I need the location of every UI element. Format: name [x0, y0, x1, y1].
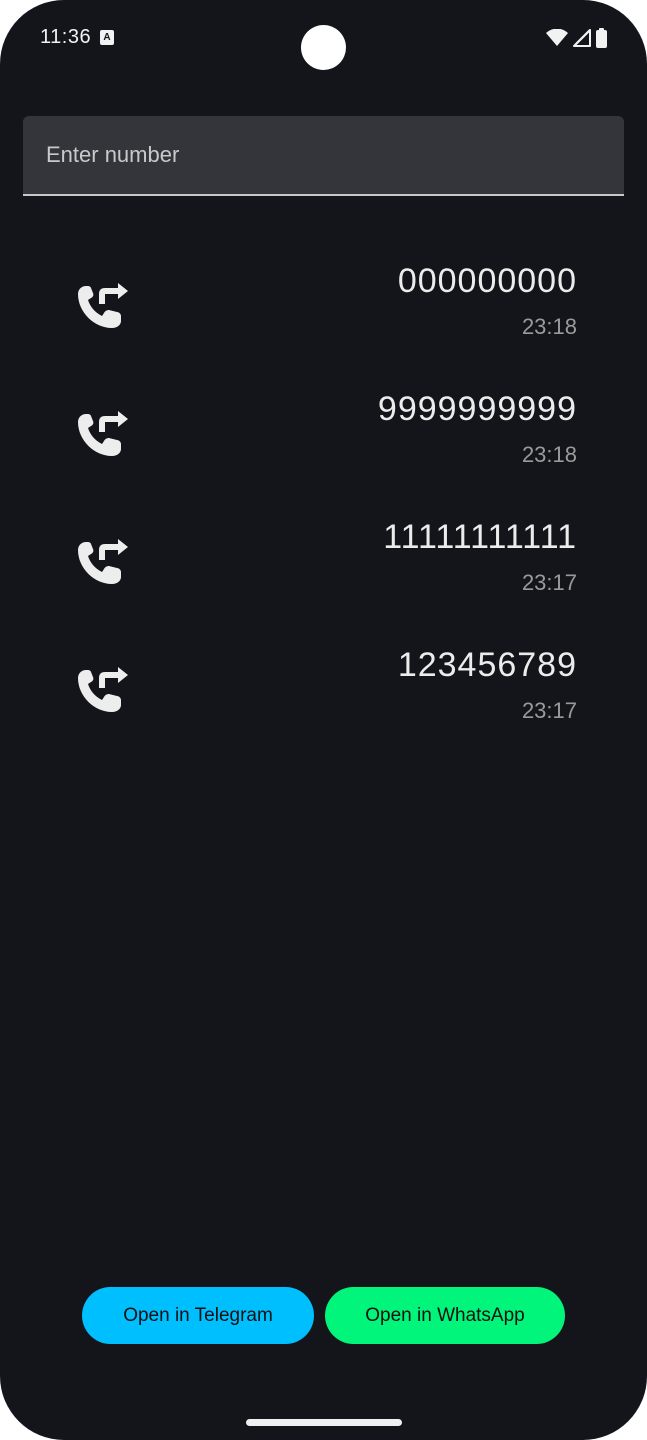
app-screen: 11:36 A 000000000 23:18	[0, 0, 647, 1440]
outgoing-call-icon	[78, 283, 128, 328]
call-history-list: 000000000 23:18 9999999999 23:18 1111111…	[0, 236, 647, 748]
status-time: 11:36	[40, 26, 92, 48]
open-whatsapp-button[interactable]: Open in WhatsApp	[325, 1287, 565, 1344]
outgoing-call-icon	[78, 411, 128, 456]
wifi-icon	[546, 29, 568, 46]
call-number: 123456789	[397, 646, 577, 684]
call-number: 000000000	[397, 262, 577, 300]
call-item[interactable]: 11111111111 23:17	[0, 492, 647, 620]
battery-icon	[596, 28, 607, 48]
call-time: 23:18	[521, 314, 577, 339]
call-time: 23:17	[521, 698, 577, 723]
signal-icon	[573, 29, 591, 47]
home-indicator[interactable]	[246, 1419, 402, 1426]
call-time: 23:18	[521, 442, 577, 467]
call-item[interactable]: 000000000 23:18	[0, 236, 647, 364]
outgoing-call-icon	[78, 667, 128, 712]
number-input[interactable]	[23, 116, 624, 194]
call-time: 23:17	[521, 570, 577, 595]
call-number: 9999999999	[377, 390, 577, 428]
number-field	[23, 116, 624, 196]
call-item[interactable]: 123456789 23:17	[0, 620, 647, 748]
call-item[interactable]: 9999999999 23:18	[0, 364, 647, 492]
status-icons	[546, 28, 607, 48]
camera-cutout	[301, 25, 346, 70]
a-icon: A	[100, 30, 114, 45]
call-number: 11111111111	[383, 518, 577, 556]
outgoing-call-icon	[78, 539, 128, 584]
open-telegram-button[interactable]: Open in Telegram	[82, 1287, 314, 1344]
status-bar: 11:36 A	[0, 0, 647, 80]
